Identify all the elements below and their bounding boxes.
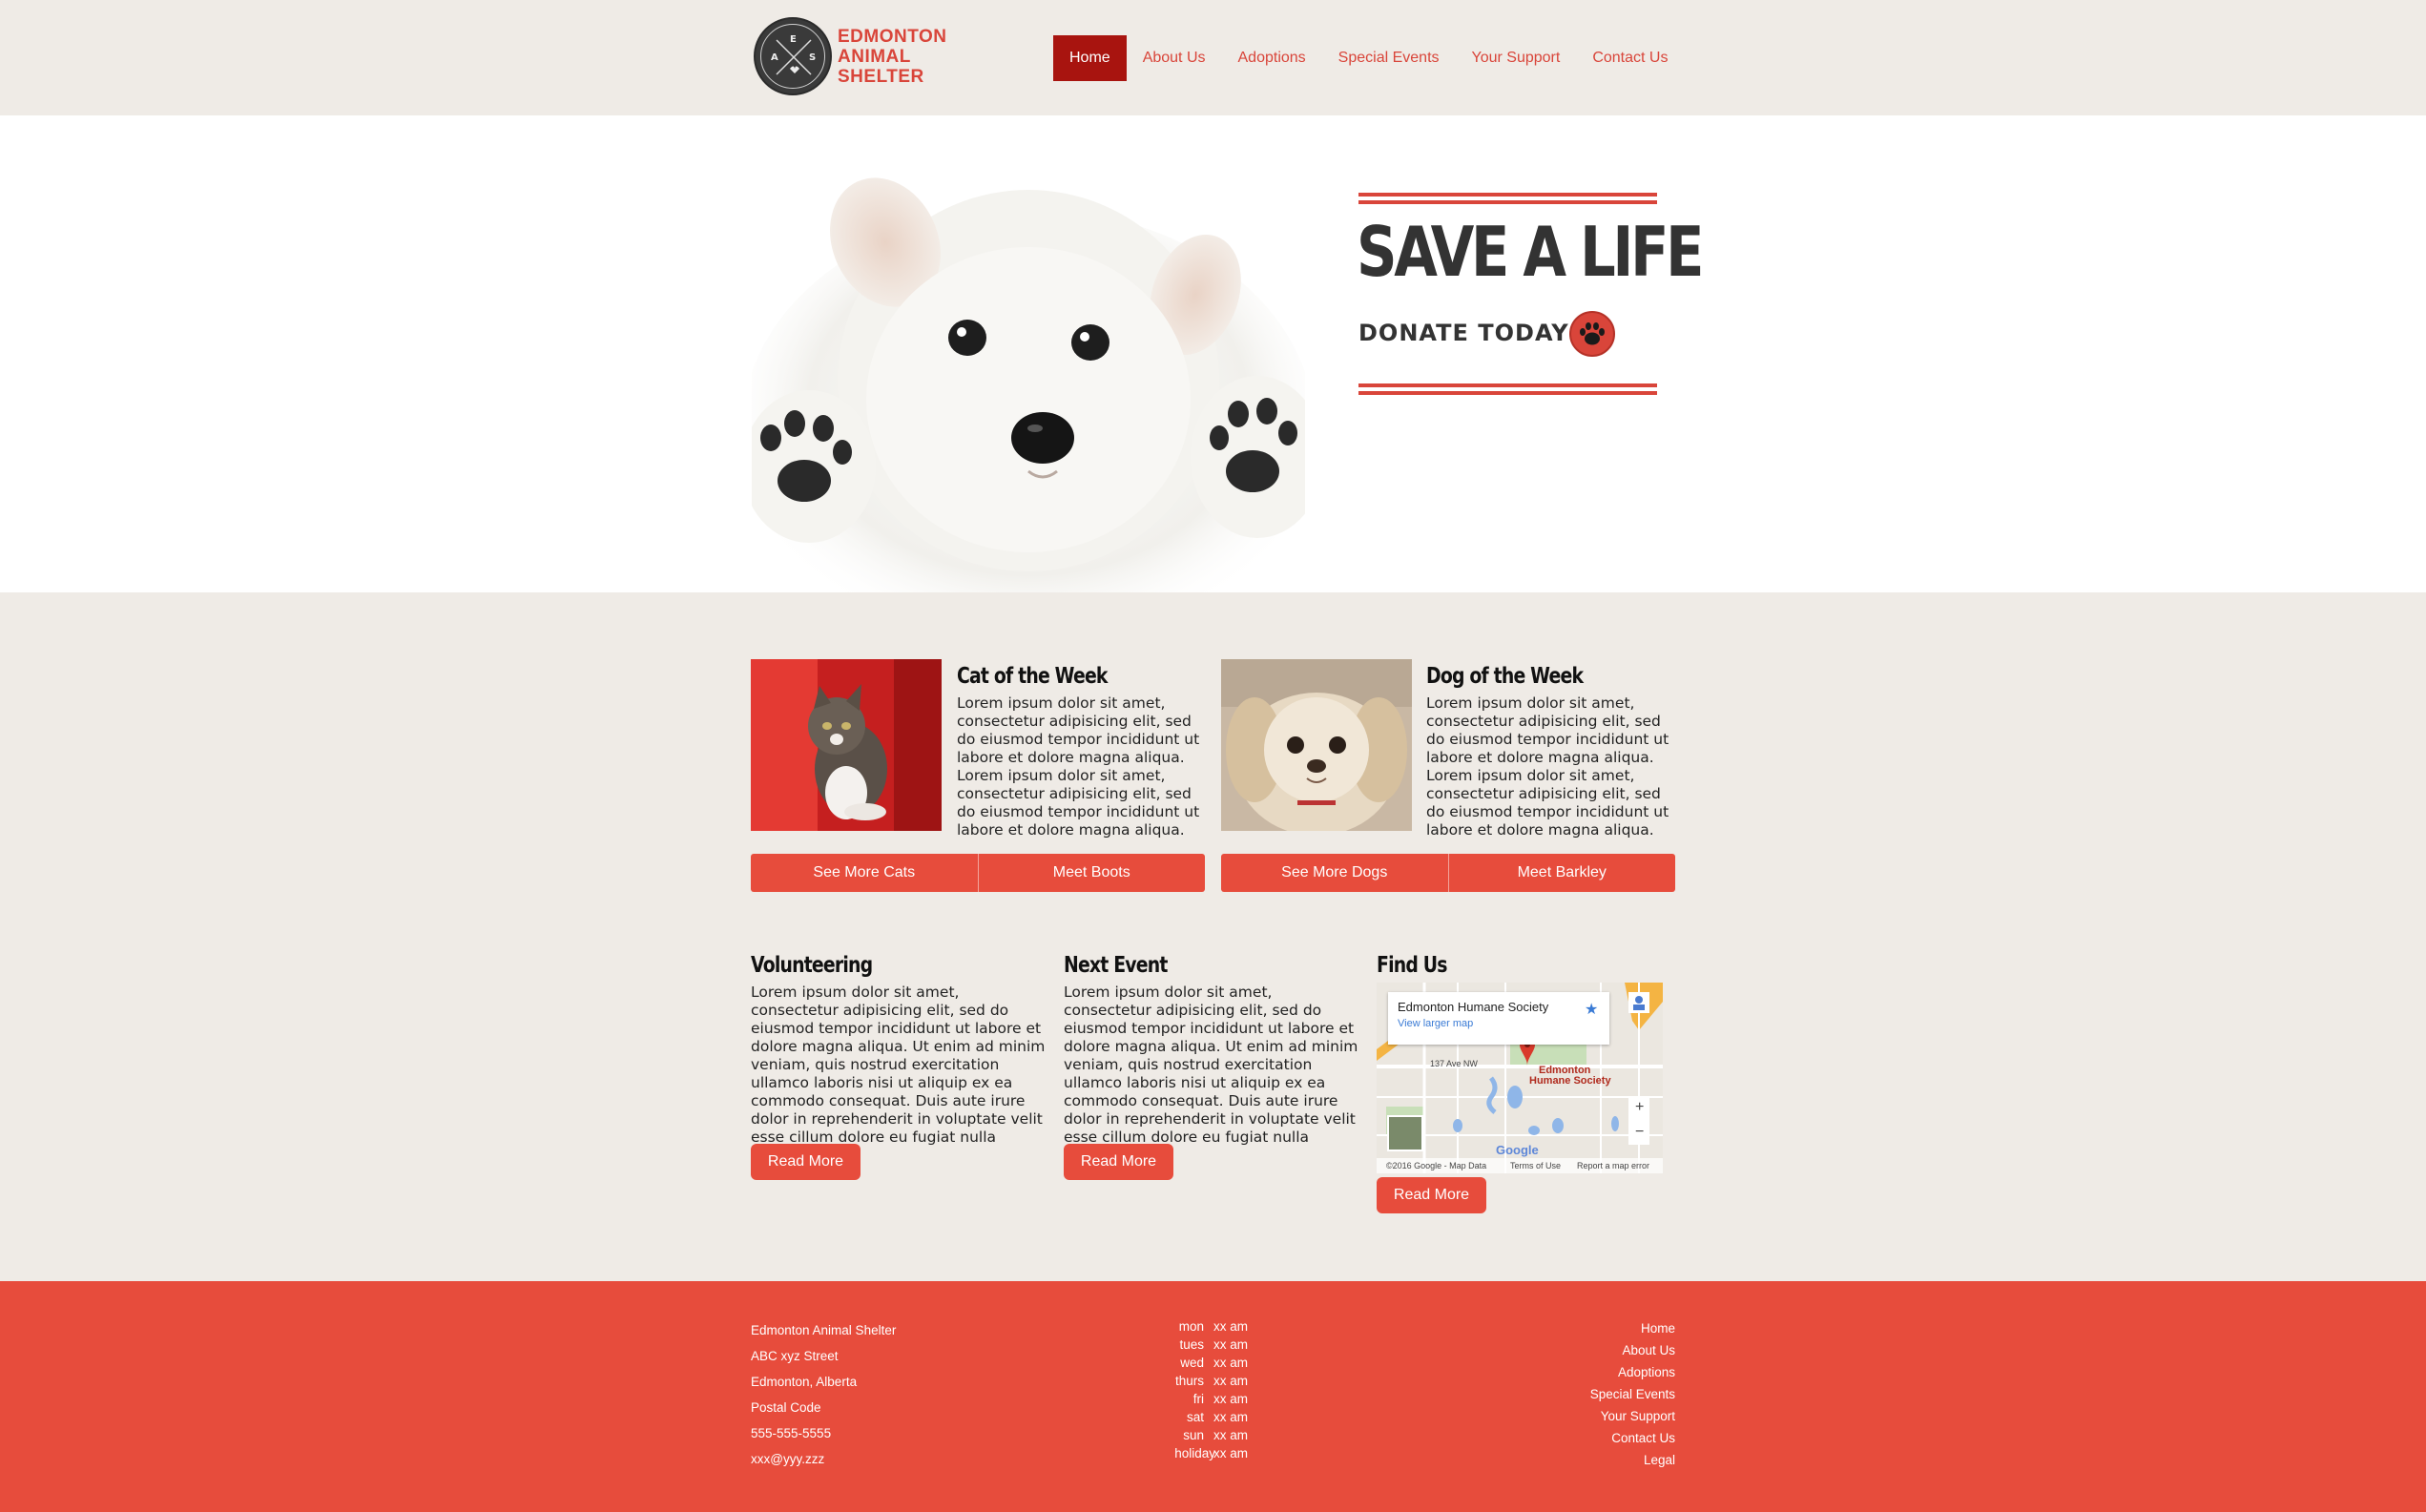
google-map[interactable]: Edmonton Humane Society View larger map … — [1377, 983, 1663, 1173]
save-star-icon[interactable]: ★ — [1585, 1000, 1598, 1018]
cat-of-the-week-title: Cat of the Week — [957, 664, 1108, 689]
volunteering-title: Volunteering — [751, 953, 873, 978]
decorative-lines-top — [1358, 193, 1657, 204]
cat-photo[interactable] — [751, 659, 942, 831]
footer-postal: Postal Code — [751, 1400, 821, 1415]
google-logo: Google — [1496, 1143, 1539, 1157]
footer-link-legal[interactable]: Legal — [1644, 1453, 1675, 1467]
dog-of-the-week-text: Lorem ipsum dolor sit amet, consectetur … — [1426, 694, 1669, 839]
hours-time: xx am — [1213, 1356, 1249, 1370]
hours-time: xx am — [1213, 1374, 1249, 1388]
site-footer: Edmonton Animal Shelter ABC xyz Street E… — [0, 1281, 2426, 1512]
logo-letter-e: E — [790, 34, 797, 45]
map-zoom-out-button[interactable]: − — [1635, 1124, 1644, 1141]
logo-emblem[interactable]: A E S — [754, 17, 832, 95]
hours-day: holiday — [1174, 1446, 1215, 1460]
hours-time: xx am — [1213, 1446, 1249, 1460]
footer-link-your-support[interactable]: Your Support — [1601, 1409, 1675, 1423]
find-us-title: Find Us — [1377, 953, 1447, 978]
dog-button-group: See More Dogs Meet Barkley — [1221, 854, 1675, 892]
hours-day: wed — [1180, 1356, 1204, 1370]
next-event-title: Next Event — [1064, 953, 1168, 978]
footer-street: ABC xyz Street — [751, 1349, 839, 1363]
map-street-label: 137 Ave NW — [1430, 1059, 1478, 1068]
hours-day: mon — [1178, 1319, 1204, 1334]
map-pin-label-2: Humane Society — [1529, 1075, 1611, 1087]
donate-today-link[interactable]: DONATE TODAY — [1358, 319, 1569, 347]
footer-org-name: Edmonton Animal Shelter — [751, 1323, 897, 1337]
decorative-lines-bottom — [1358, 383, 1657, 395]
footer-city: Edmonton, Alberta — [751, 1375, 858, 1389]
nav-special-events[interactable]: Special Events — [1322, 35, 1456, 81]
hero-headline: SAVE A LIFE — [1357, 212, 1704, 292]
nav-home[interactable]: Home — [1053, 35, 1127, 81]
volunteering-text: Lorem ipsum dolor sit amet, consectetur … — [751, 984, 1046, 1164]
map-copyright: ©2016 Google - Map Data — [1386, 1161, 1487, 1170]
logo-letter-a: A — [771, 52, 778, 63]
nav-adoptions[interactable]: Adoptions — [1222, 35, 1322, 81]
volunteering-read-more-button[interactable]: Read More — [751, 1144, 861, 1180]
dog-of-the-week-title: Dog of the Week — [1426, 664, 1584, 689]
map-terms-link[interactable]: Terms of Use — [1510, 1161, 1561, 1170]
find-us-read-more-button[interactable]: Read More — [1377, 1177, 1486, 1213]
view-larger-map-link[interactable]: View larger map — [1398, 1018, 1473, 1029]
logo-wordmark[interactable]: EDMONTON ANIMAL SHELTER — [838, 27, 946, 87]
footer-link-adoptions[interactable]: Adoptions — [1618, 1365, 1675, 1379]
map-place-name: Edmonton Humane Society — [1398, 1000, 1549, 1014]
hours-time: xx am — [1213, 1337, 1249, 1352]
nav-contact-us[interactable]: Contact Us — [1576, 35, 1684, 81]
cat-of-the-week-text: Lorem ipsum dolor sit amet, consectetur … — [957, 694, 1200, 839]
hours-day: fri — [1192, 1392, 1204, 1406]
hours-time: xx am — [1213, 1428, 1249, 1442]
footer-link-special-events[interactable]: Special Events — [1590, 1387, 1675, 1401]
footer-link-contact-us[interactable]: Contact Us — [1611, 1431, 1675, 1445]
hours-time: xx am — [1213, 1392, 1249, 1406]
cat-button-group: See More Cats Meet Boots — [751, 854, 1205, 892]
puppy-image — [752, 177, 1305, 592]
main-nav: Home About Us Adoptions Special Events Y… — [1053, 35, 1684, 81]
paw-icon — [1580, 322, 1605, 345]
hours-day: sat — [1186, 1410, 1204, 1424]
site-header: A E S EDMONTON ANIMAL SHELTER Home About… — [0, 0, 2426, 115]
hours-time: xx am — [1213, 1410, 1249, 1424]
logo-line-1: EDMONTON — [838, 27, 947, 47]
meet-barkley-button[interactable]: Meet Barkley — [1448, 854, 1675, 892]
hours-day: tues — [1179, 1337, 1204, 1352]
logo-line-3: SHELTER — [838, 67, 924, 87]
hero-banner: SAVE A LIFE DONATE TODAY — [0, 115, 2426, 592]
meet-boots-button[interactable]: Meet Boots — [978, 854, 1205, 892]
nav-your-support[interactable]: Your Support — [1456, 35, 1577, 81]
hours-day: thurs — [1174, 1374, 1204, 1388]
map-zoom-in-button[interactable]: + — [1635, 1099, 1644, 1116]
hours-day: sun — [1183, 1428, 1204, 1442]
next-event-read-more-button[interactable]: Read More — [1064, 1144, 1173, 1180]
footer-link-home[interactable]: Home — [1641, 1321, 1675, 1336]
hours-time: xx am — [1213, 1319, 1249, 1334]
map-report-link[interactable]: Report a map error — [1577, 1161, 1649, 1170]
next-event-text: Lorem ipsum dolor sit amet, consectetur … — [1064, 984, 1358, 1164]
dog-photo[interactable] — [1221, 659, 1412, 831]
footer-email[interactable]: xxx@yyy.zzz — [751, 1452, 824, 1466]
see-more-dogs-button[interactable]: See More Dogs — [1221, 854, 1449, 892]
logo-letter-s: S — [809, 52, 817, 63]
crossed-arrows-icon — [776, 39, 812, 75]
footer-phone: 555-555-5555 — [751, 1426, 832, 1440]
map-place-card: Edmonton Humane Society View larger map … — [1388, 992, 1609, 1045]
footer-link-about-us[interactable]: About Us — [1622, 1343, 1675, 1357]
donate-paw-button[interactable] — [1569, 311, 1615, 357]
see-more-cats-button[interactable]: See More Cats — [751, 854, 979, 892]
logo-line-2: ANIMAL — [838, 47, 911, 67]
nav-about-us[interactable]: About Us — [1127, 35, 1222, 81]
